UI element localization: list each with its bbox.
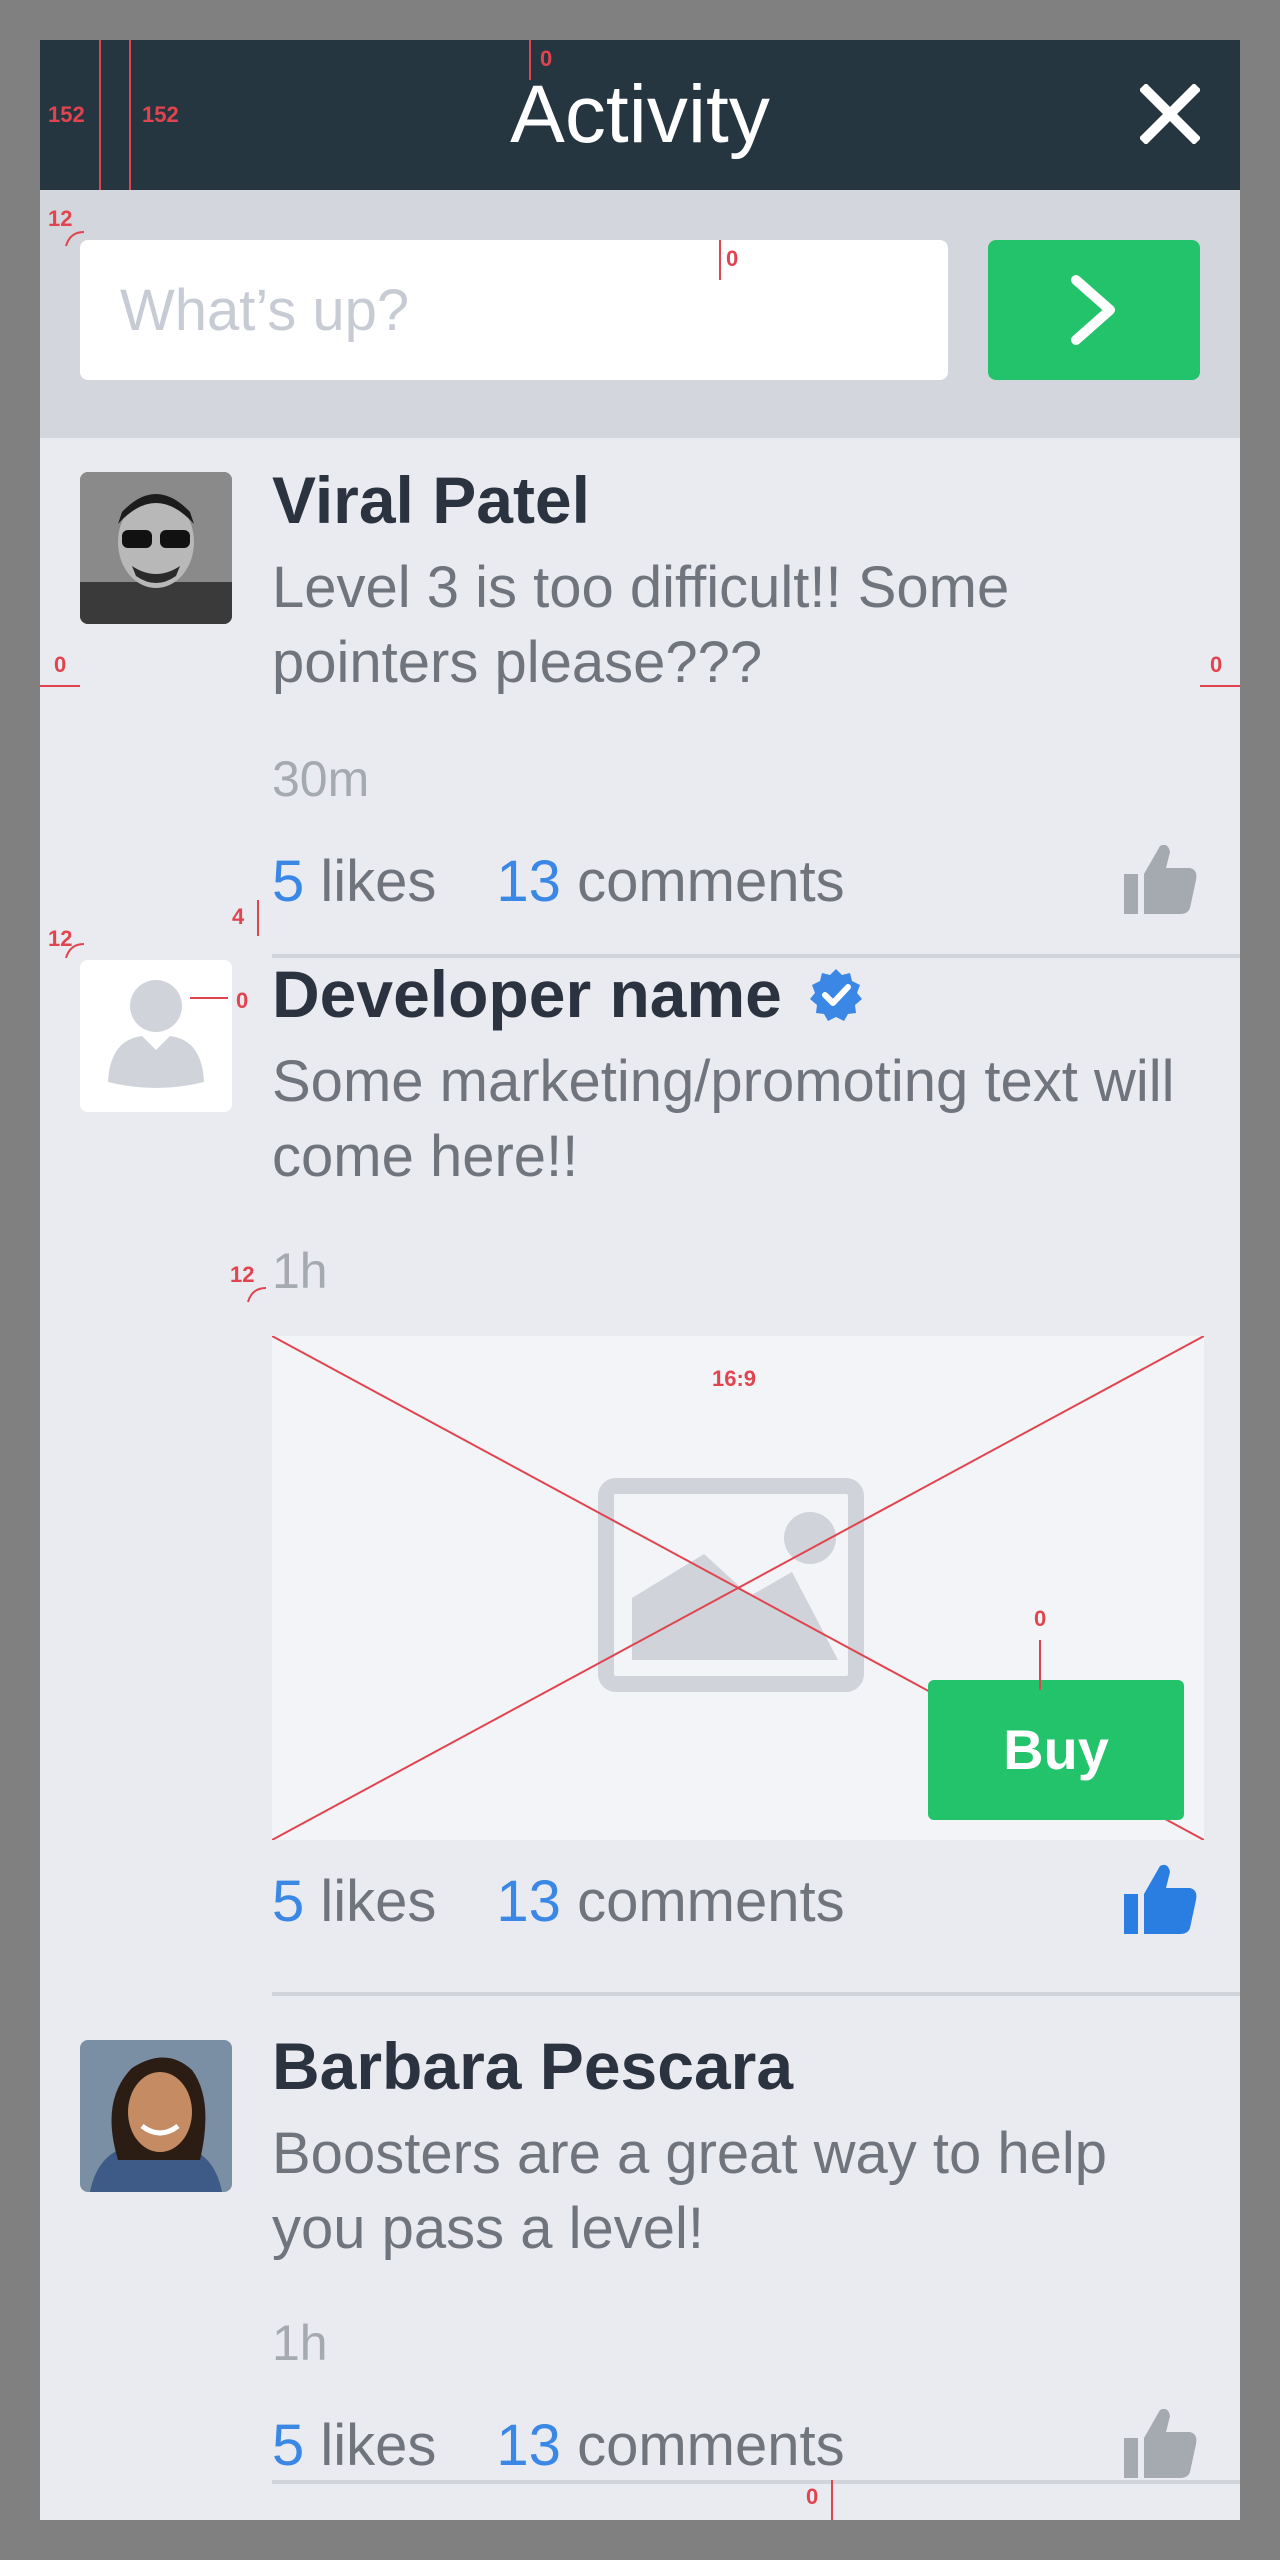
promo-media[interactable]: 16:9 Buy [272,1336,1204,1840]
like-button[interactable] [1120,1858,1200,1938]
chevron-right-icon [1071,275,1115,345]
avatar-photo-icon [80,2040,232,2192]
dimension-label: 0 [1034,1606,1047,1631]
close-icon [1138,82,1202,146]
dimension-label: 12 [48,926,73,951]
post-author[interactable]: Viral Patel [272,462,590,538]
comments-label: comments [577,849,845,914]
dimension-label: 0 [726,246,739,271]
dimension-label: 0 [236,988,249,1013]
post-stats: 5 likes 13 comments [272,1868,845,1935]
post-author[interactable]: Milly Palmer [272,2512,657,2520]
dimension-label: 152 [48,102,85,127]
status-input[interactable] [80,240,948,380]
dimension-label: 4 [232,904,245,929]
avatar[interactable] [80,2040,232,2192]
comments-link[interactable]: 13 comments [496,2413,844,2478]
header-bar: Activity [40,40,1240,190]
close-button[interactable] [1138,82,1202,146]
dimension-label: 0 [806,2484,819,2509]
likes-link[interactable]: 5 likes [272,1869,436,1934]
likes-label: likes [320,1869,437,1934]
dimension-label: 152 [142,102,179,127]
likes-count: 5 [272,2413,305,2478]
dimension-label: 0 [1210,652,1223,677]
post-milly-palmer: Milly Palmer [40,2480,1240,2520]
avatar[interactable] [80,472,232,624]
comments-label: comments [577,1869,845,1934]
activity-screen: Activity Viral Patel [40,40,1240,2520]
likes-count: 5 [272,849,305,914]
buy-button[interactable]: Buy [928,1680,1184,1820]
composer [40,190,1240,438]
likes-link[interactable]: 5 likes [272,2413,436,2478]
send-button[interactable] [988,240,1200,380]
comments-label: comments [577,2413,845,2478]
post-viral-patel: Viral Patel Level 3 is too difficult!! S… [40,438,1240,958]
post-author[interactable]: Developer name [272,956,864,1032]
likes-count: 5 [272,1869,305,1934]
thumbs-up-icon [1124,1864,1197,1934]
post-time: 1h [272,2315,328,2371]
post-time: 1h [272,1243,328,1299]
like-button[interactable] [1120,2402,1200,2482]
post-time: 30m [272,751,370,807]
thumbs-up-icon [1124,844,1197,914]
avatar-photo-icon [80,472,232,624]
post-text: Level 3 is too difficult!! Some pointers… [272,555,1010,695]
likes-link[interactable]: 5 likes [272,849,436,914]
likes-label: likes [320,849,437,914]
verified-badge-icon [810,969,863,1021]
ratio-label: 16:9 [712,1366,757,1391]
likes-label: likes [320,2413,437,2478]
comments-count: 13 [496,2413,561,2478]
post-author[interactable]: Barbara Pescara [272,2028,793,2104]
post-developer: Developer name Some marketing/promoting … [40,956,1240,1996]
page-title: Activity [510,69,770,160]
post-stats: 5 likes 13 comments [272,2412,845,2479]
dimension-label: 12 [48,206,73,231]
dimension-label: 0 [54,652,67,677]
comments-link[interactable]: 13 comments [496,849,844,914]
avatar-placeholder-icon [80,960,232,1112]
dimension-label: 12 [230,1262,255,1287]
thumbs-up-icon [1124,2408,1197,2478]
post-stats: 5 likes 13 comments [272,848,845,915]
comments-link[interactable]: 13 comments [496,1869,844,1934]
avatar[interactable] [80,960,232,1112]
author-name: Developer name [272,957,782,1031]
like-button[interactable] [1120,838,1200,918]
post-barbara-pescara: Barbara Pescara Boosters are a great way… [40,1996,1240,2486]
comments-count: 13 [496,1869,561,1934]
dimension-label: 0 [540,46,553,71]
comments-count: 13 [496,849,561,914]
post-text: Boosters are a great way to help you pas… [272,2121,1108,2261]
post-text: Some marketing/promoting text will come … [272,1049,1175,1189]
